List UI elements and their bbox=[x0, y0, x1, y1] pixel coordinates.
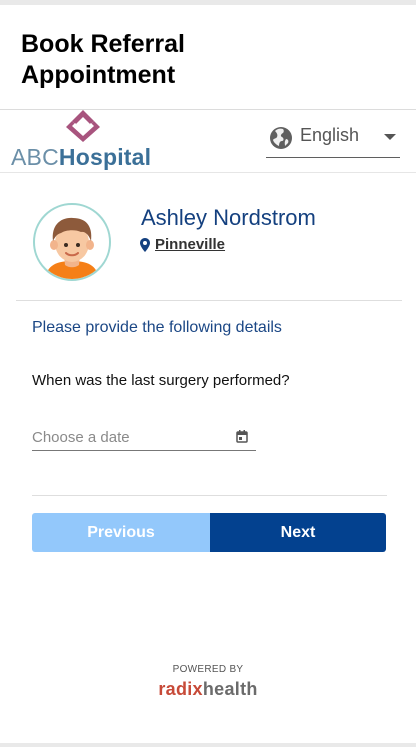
patient-location-link[interactable]: Pinneville bbox=[155, 236, 225, 253]
date-field[interactable] bbox=[32, 426, 256, 451]
page-title: Book Referral Appointment bbox=[21, 30, 185, 89]
brand-bar: ABCHospital English bbox=[0, 110, 416, 173]
health-wordmark-part: health bbox=[202, 679, 258, 699]
map-pin-icon bbox=[140, 238, 150, 252]
boy-avatar-icon bbox=[45, 217, 99, 279]
bottom-edge bbox=[0, 743, 416, 747]
form-prompt: Please provide the following details bbox=[32, 319, 282, 336]
next-button[interactable]: Next bbox=[210, 513, 386, 552]
form-divider bbox=[32, 495, 387, 496]
patient-avatar bbox=[33, 203, 111, 281]
logo-mark-icon bbox=[66, 110, 100, 142]
date-input[interactable] bbox=[32, 426, 222, 448]
logo-text-abc: ABC bbox=[11, 144, 59, 170]
calendar-icon[interactable] bbox=[236, 430, 248, 443]
logo-wordmark: ABCHospital bbox=[11, 144, 151, 171]
section-divider bbox=[16, 300, 402, 301]
patient-name: Ashley Nordstrom bbox=[141, 205, 316, 230]
logo-text-hospital: Hospital bbox=[58, 144, 152, 170]
powered-by-label: POWERED BY bbox=[172, 664, 244, 675]
language-select[interactable]: English bbox=[266, 122, 400, 158]
globe-icon bbox=[270, 127, 292, 149]
hospital-logo: ABCHospital bbox=[11, 110, 156, 170]
radixhealth-logo: radixhealth bbox=[0, 679, 416, 700]
radix-wordmark-part: radix bbox=[158, 679, 203, 699]
chevron-down-icon bbox=[384, 134, 396, 140]
page-header: Book Referral Appointment bbox=[0, 5, 416, 110]
previous-button[interactable]: Previous bbox=[32, 513, 210, 552]
surgery-date-question: When was the last surgery performed? bbox=[32, 372, 290, 389]
language-label: English bbox=[300, 125, 360, 145]
